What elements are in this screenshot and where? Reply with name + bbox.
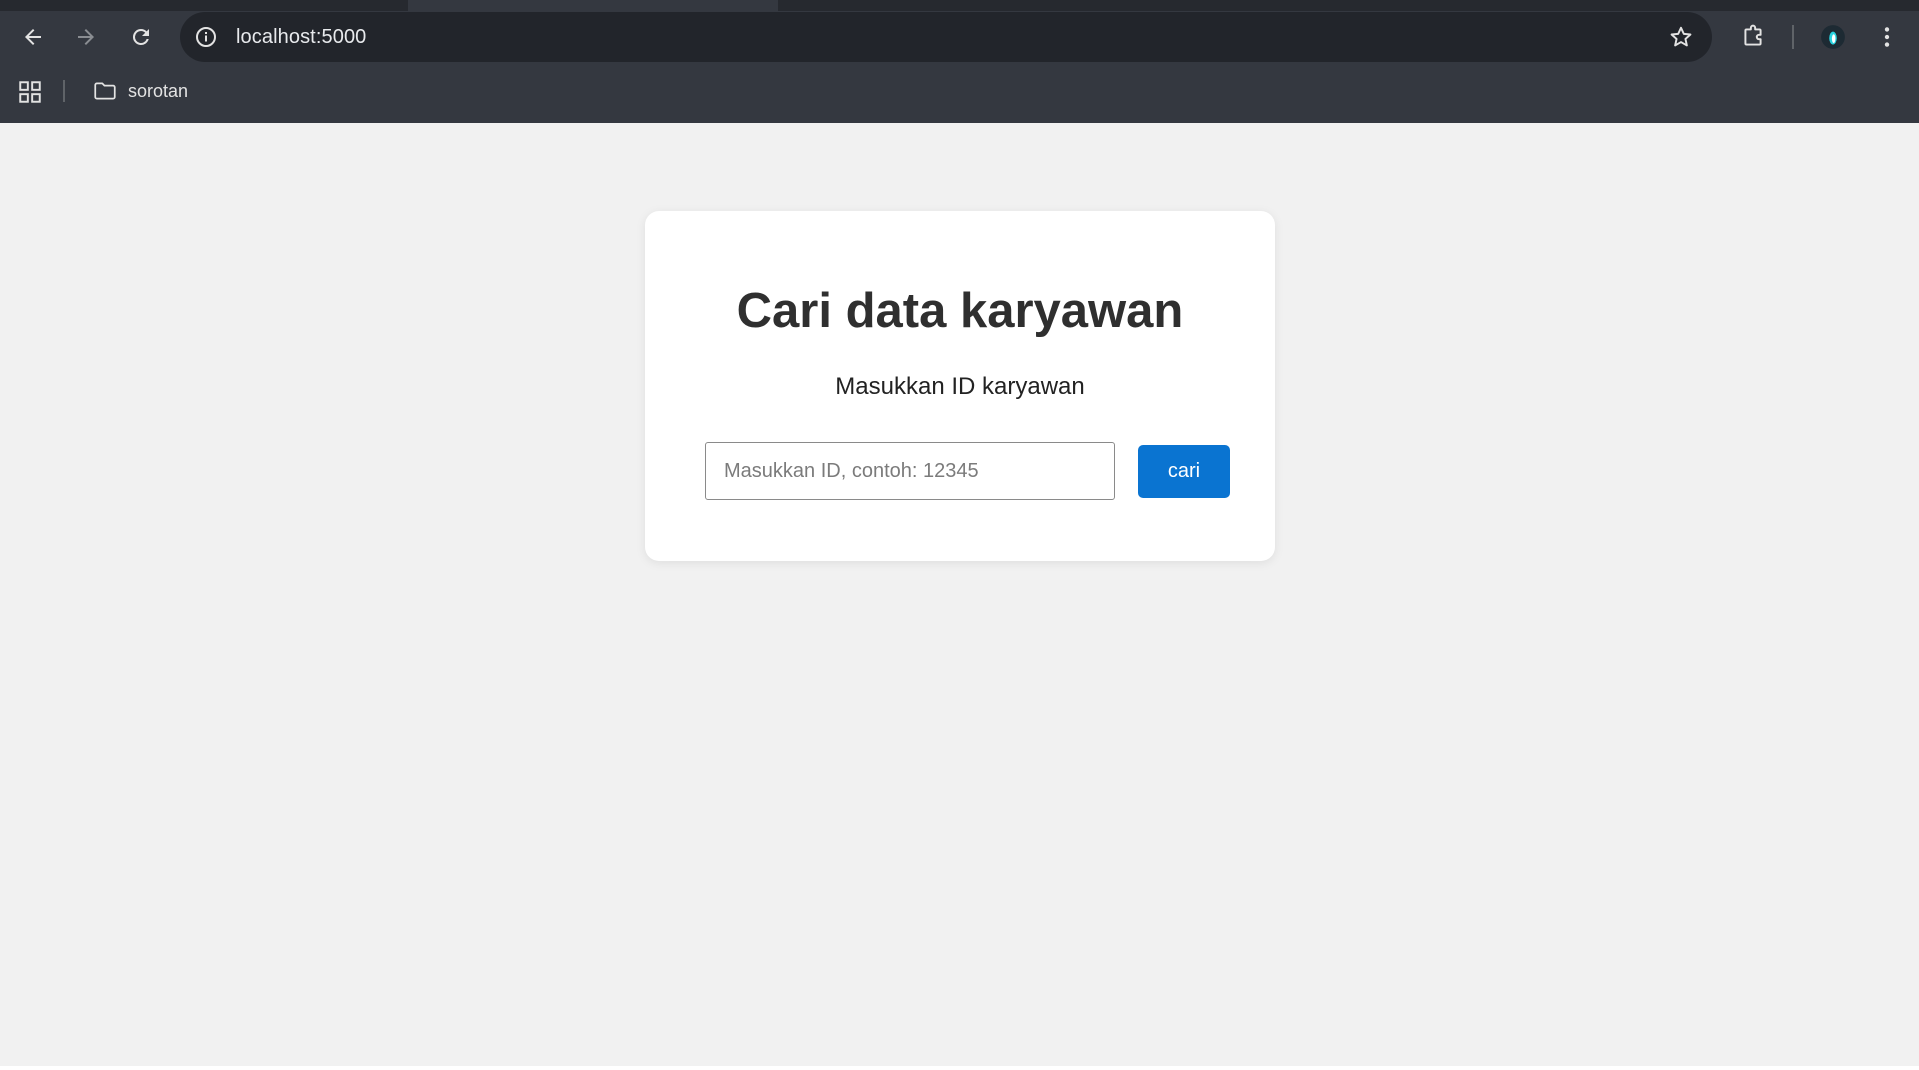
search-instruction: Masukkan ID karyawan — [835, 373, 1085, 400]
address-bar[interactable]: localhost:5000 — [180, 12, 1712, 62]
star-icon[interactable] — [1668, 24, 1694, 50]
reload-button[interactable] — [123, 19, 159, 55]
profile-avatar-icon — [1821, 25, 1845, 49]
reload-icon — [132, 28, 149, 45]
url-text[interactable]: localhost:5000 — [236, 12, 366, 62]
search-card: Cari data karyawan Masukkan ID karyawan … — [645, 211, 1275, 561]
page-content: Cari data karyawan Masukkan ID karyawan … — [0, 123, 1919, 1070]
active-tab-edge[interactable] — [408, 0, 778, 11]
bookmarks-bar: sorotan — [0, 68, 1919, 114]
arrow-right-icon — [78, 29, 94, 45]
bookmark-folder-sorotan[interactable]: sorotan — [86, 72, 194, 110]
avatar[interactable] — [1815, 19, 1851, 55]
window-bottom-edge — [0, 1066, 1919, 1070]
kebab-menu-icon — [1884, 27, 1890, 47]
bookmark-label: sorotan — [128, 80, 189, 101]
page-title: Cari data karyawan — [736, 284, 1184, 338]
bookmarks-divider — [63, 80, 65, 102]
browser-chrome: localhost:5000 sorotan — [0, 0, 1919, 123]
info-icon[interactable] — [194, 25, 218, 49]
folder-icon — [94, 82, 116, 100]
puzzle-icon — [1744, 24, 1762, 46]
employee-id-input[interactable] — [705, 442, 1115, 500]
arrow-left-icon — [25, 29, 41, 45]
menu-button[interactable] — [1869, 19, 1905, 55]
apps-grid-icon[interactable] — [17, 79, 43, 105]
tab-strip — [0, 0, 1919, 11]
toolbar-divider — [1792, 25, 1794, 49]
browser-toolbar: localhost:5000 — [0, 11, 1919, 63]
extensions-button[interactable] — [1735, 19, 1771, 55]
back-button[interactable] — [15, 19, 51, 55]
search-button[interactable]: cari — [1138, 445, 1230, 498]
forward-button[interactable] — [68, 19, 104, 55]
